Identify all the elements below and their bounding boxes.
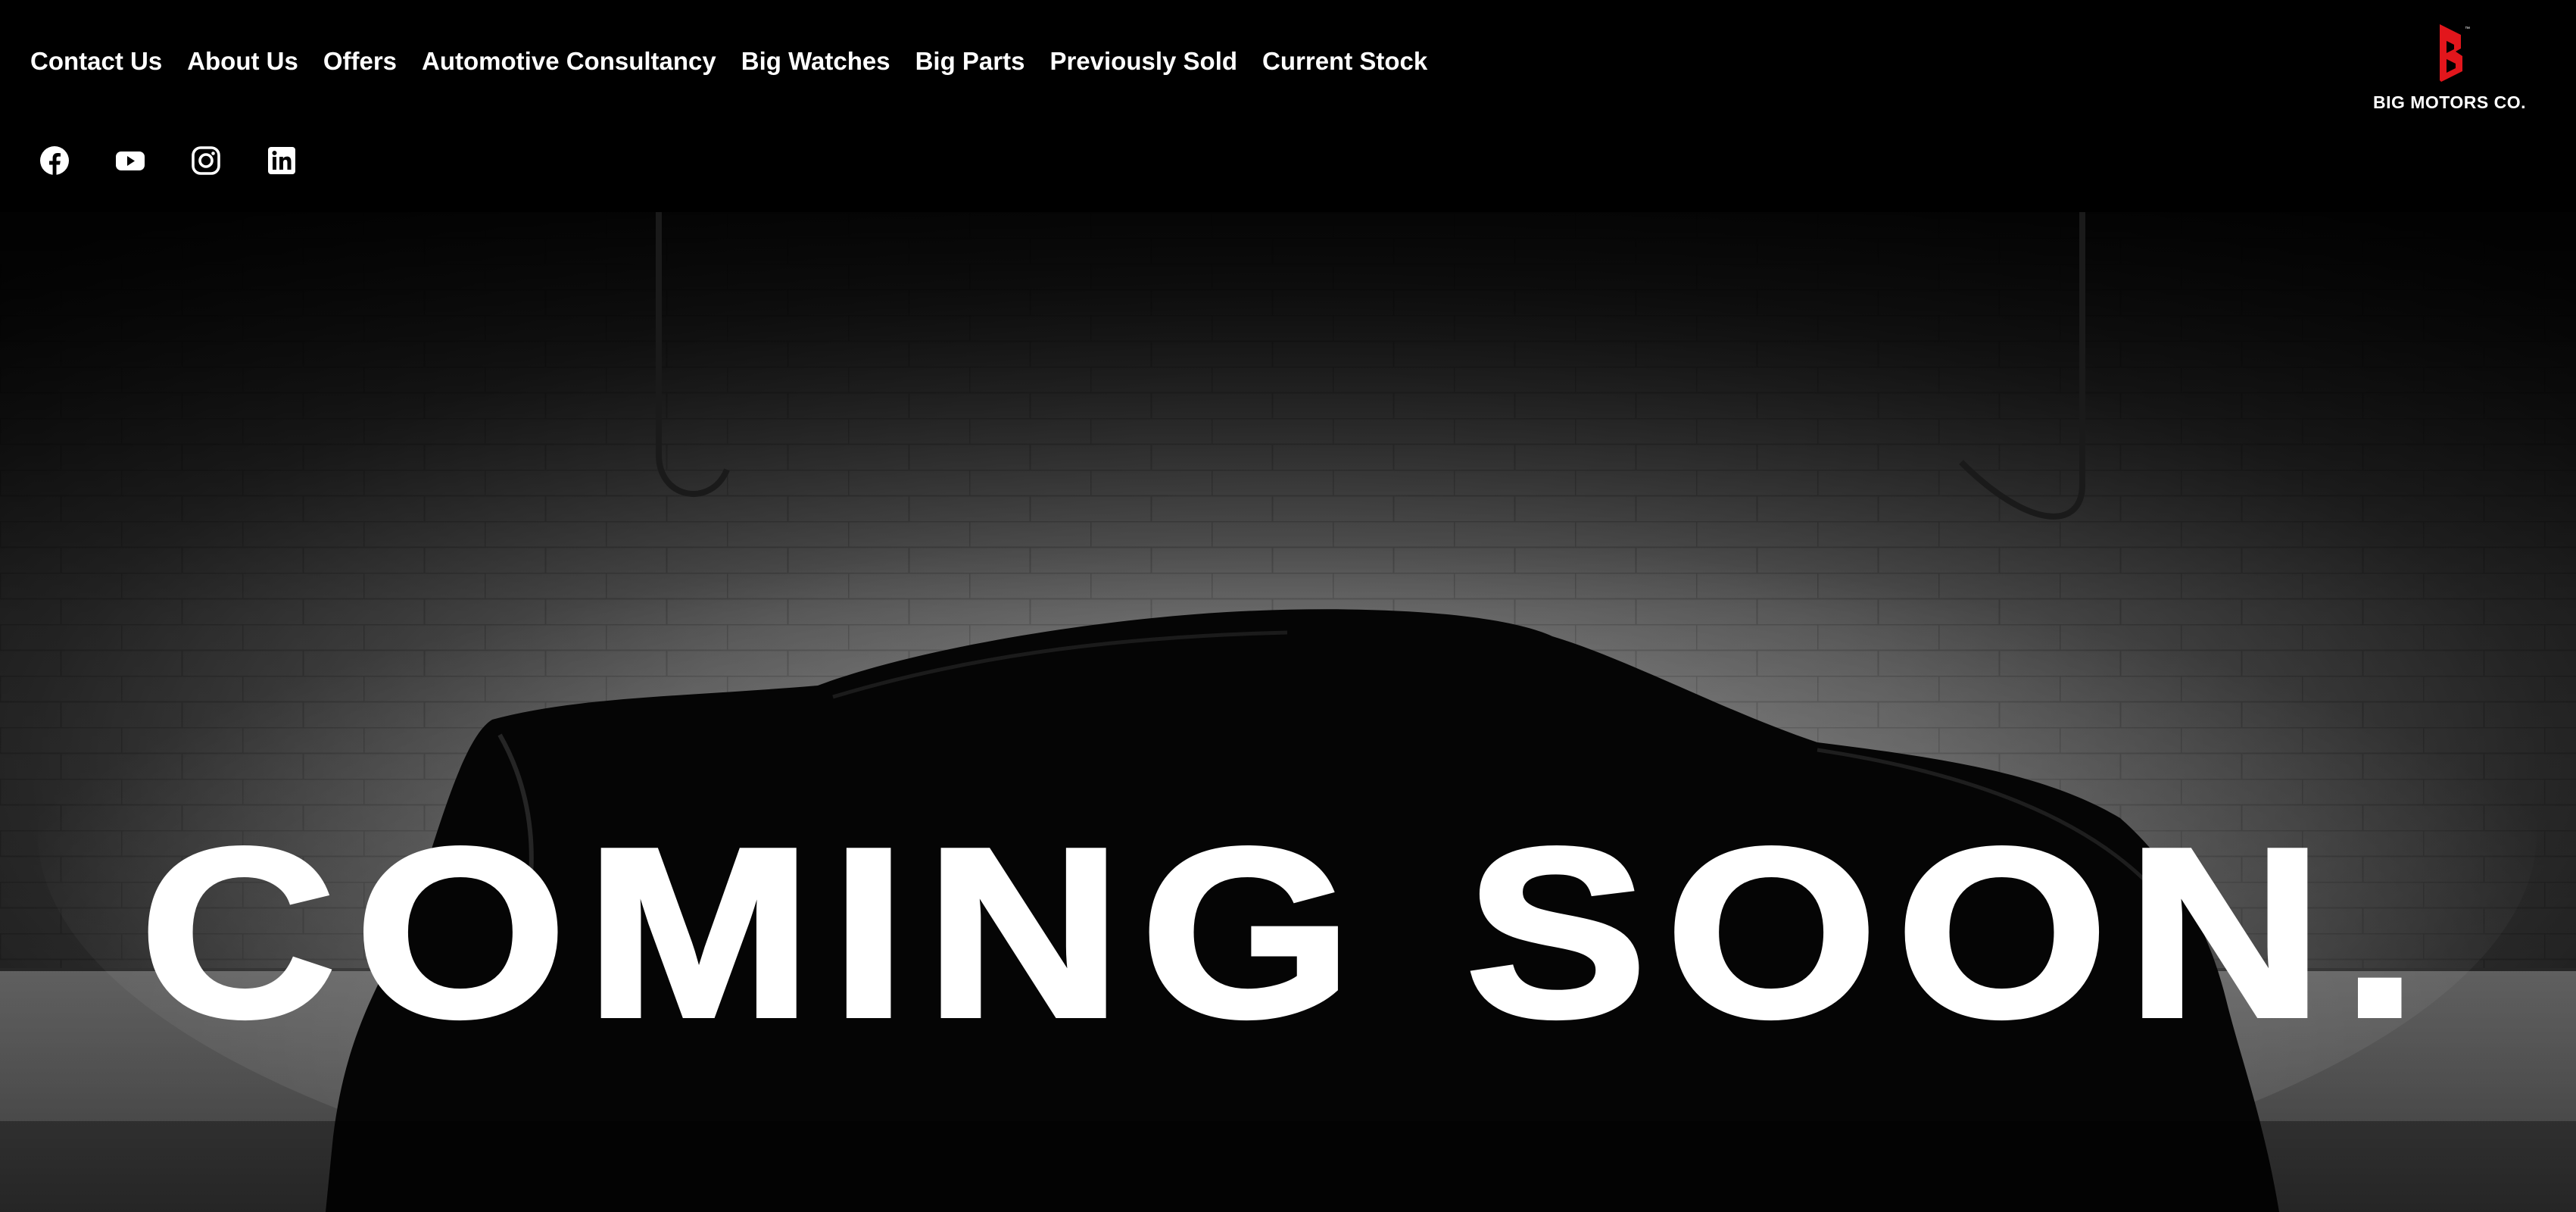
nav-contact-us[interactable]: Contact Us bbox=[30, 47, 162, 76]
page: Contact Us About Us Offers Automotive Co… bbox=[0, 0, 2576, 1212]
nav-offers[interactable]: Offers bbox=[323, 47, 397, 76]
site-header: Contact Us About Us Offers Automotive Co… bbox=[0, 0, 2576, 212]
big-motors-logo-icon: ™ bbox=[2440, 24, 2470, 82]
svg-text:™: ™ bbox=[2465, 27, 2470, 32]
hero-section: COMING SOON. bbox=[0, 212, 2576, 1212]
hero-title: COMING SOON. bbox=[137, 798, 2437, 1067]
instagram-icon[interactable] bbox=[191, 145, 221, 176]
main-nav: Contact Us About Us Offers Automotive Co… bbox=[30, 47, 1452, 76]
brand-name: BIG MOTORS CO. bbox=[2372, 92, 2527, 112]
nav-automotive-consultancy[interactable]: Automotive Consultancy bbox=[422, 47, 716, 76]
social-links bbox=[39, 145, 297, 176]
youtube-icon[interactable] bbox=[115, 145, 145, 176]
nav-previously-sold[interactable]: Previously Sold bbox=[1049, 47, 1237, 76]
nav-big-parts[interactable]: Big Parts bbox=[915, 47, 1025, 76]
linkedin-icon[interactable] bbox=[267, 145, 297, 176]
nav-current-stock[interactable]: Current Stock bbox=[1262, 47, 1427, 76]
brand-logo[interactable]: ™ BIG MOTORS CO. bbox=[2370, 21, 2529, 120]
nav-big-watches[interactable]: Big Watches bbox=[741, 47, 890, 76]
nav-about-us[interactable]: About Us bbox=[187, 47, 298, 76]
facebook-icon[interactable] bbox=[39, 145, 70, 176]
